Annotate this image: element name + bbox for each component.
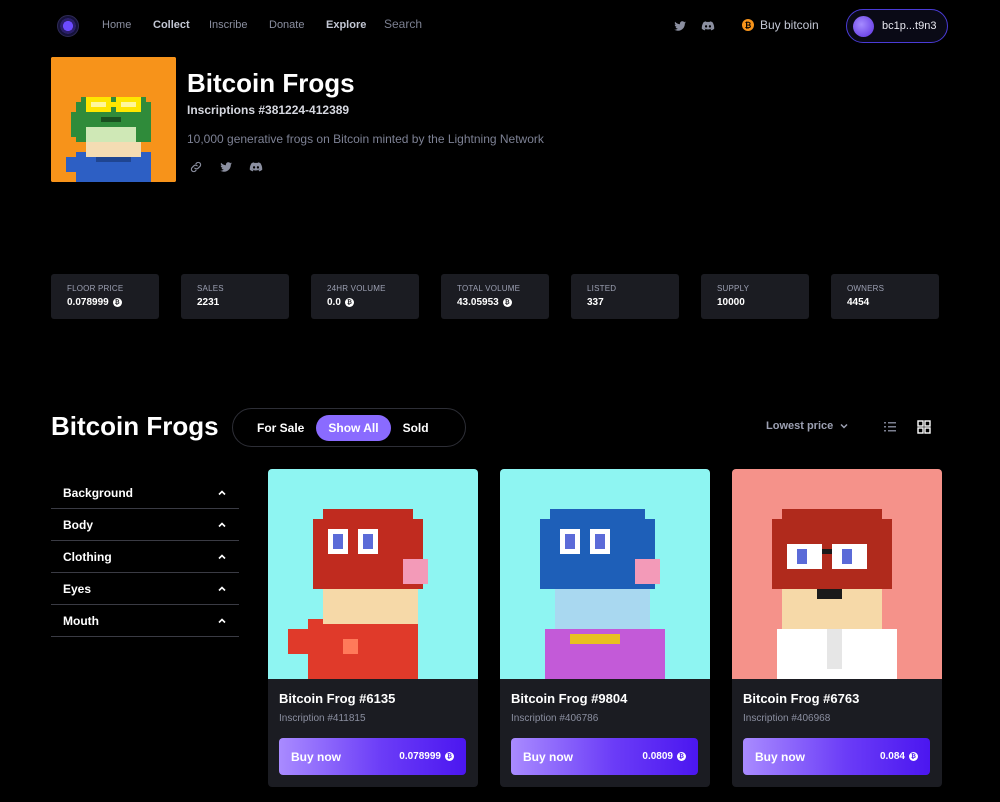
wallet-avatar <box>853 15 874 37</box>
nft-image <box>268 469 478 679</box>
stat-label: TOTAL VOLUME <box>457 284 521 293</box>
buy-now-button[interactable]: Buy now 0.084 ₿ <box>743 738 930 775</box>
sort-label: Lowest price <box>766 420 834 432</box>
bitcoin-icon: ₿ <box>112 298 122 307</box>
twitter-icon[interactable] <box>673 19 687 33</box>
nft-price: 0.078999 <box>399 751 441 762</box>
collection-title: Bitcoin Frogs <box>187 68 355 98</box>
stat-value: 10000 <box>717 297 745 308</box>
nft-inscription: Inscription #406968 <box>743 713 831 724</box>
collection-links <box>189 160 263 174</box>
stat-label: SALES <box>197 284 224 293</box>
bitcoin-icon: ₿ <box>445 752 454 761</box>
filter-background[interactable]: Background <box>51 477 239 509</box>
chevron-down-icon <box>840 423 848 429</box>
trait-filters: Background Body Clothing Eyes Mouth <box>51 477 239 637</box>
nft-inscription: Inscription #406786 <box>511 713 599 724</box>
list-view-icon[interactable] <box>883 420 897 434</box>
buy-bitcoin-button[interactable]: ₿ Buy bitcoin <box>742 18 819 32</box>
chevron-up-icon <box>218 521 226 527</box>
top-nav: Home Collect Inscribe Donate Explore Sea… <box>0 0 1000 52</box>
nav-home[interactable]: Home <box>102 19 131 31</box>
bitcoin-icon: ₿ <box>742 19 754 31</box>
chevron-up-icon <box>218 489 226 495</box>
nft-name: Bitcoin Frog #6135 <box>279 691 396 706</box>
stats-row: FLOOR PRICE 0.078999 ₿ SALES 2231 24HR VO… <box>51 274 939 319</box>
filter-label: Mouth <box>63 613 99 628</box>
toggle-show-all[interactable]: Show All <box>316 414 391 441</box>
discord-icon[interactable] <box>249 160 263 174</box>
buy-now-label: Buy now <box>755 749 805 764</box>
nft-price: 0.084 <box>879 751 905 762</box>
bitcoin-icon: ₿ <box>502 298 512 307</box>
nft-image <box>732 469 942 679</box>
stat-listed: LISTED 337 <box>571 274 679 319</box>
nft-inscription: Inscription #411815 <box>279 713 366 724</box>
stat-value: 337 <box>587 297 604 308</box>
buy-now-button[interactable]: Buy now 0.0809 ₿ <box>511 738 698 775</box>
stat-supply: SUPPLY 10000 <box>701 274 809 319</box>
filter-label: Clothing <box>63 549 112 564</box>
bitcoin-icon: ₿ <box>677 752 686 761</box>
buy-now-label: Buy now <box>523 749 573 764</box>
stat-floor-price: FLOOR PRICE 0.078999 ₿ <box>51 274 159 319</box>
collection-description: 10,000 generative frogs on Bitcoin minte… <box>187 132 544 146</box>
filter-label: Body <box>63 517 93 532</box>
stat-label: SUPPLY <box>717 284 750 293</box>
twitter-icon[interactable] <box>219 160 233 174</box>
nft-name: Bitcoin Frog #9804 <box>511 691 628 706</box>
nft-price: 0.0809 <box>642 751 673 762</box>
nav-explore[interactable]: Explore <box>326 19 366 31</box>
filter-body[interactable]: Body <box>51 509 239 541</box>
wallet-address: bc1p...t9n3 <box>882 20 937 32</box>
nav-collect[interactable]: Collect <box>153 19 190 31</box>
link-icon[interactable] <box>189 160 203 174</box>
buy-now-label: Buy now <box>291 749 341 764</box>
nft-card[interactable]: Bitcoin Frog #6135 Inscription #411815 B… <box>268 469 478 787</box>
stat-label: OWNERS <box>847 284 885 293</box>
stat-value: 4454 <box>847 297 870 308</box>
filter-eyes[interactable]: Eyes <box>51 573 239 605</box>
listing-filter-toggle: For Sale Show All Sold <box>232 408 466 447</box>
stat-24hr-volume: 24HR VOLUME 0.0 ₿ <box>311 274 419 319</box>
discord-icon[interactable] <box>701 19 715 33</box>
stat-value: 43.05953 <box>457 297 499 308</box>
nft-image <box>500 469 710 679</box>
nft-card[interactable]: Bitcoin Frog #6763 Inscription #406968 B… <box>732 469 942 787</box>
stat-value: 0.078999 <box>67 297 109 308</box>
nft-name: Bitcoin Frog #6763 <box>743 691 860 706</box>
chevron-up-icon <box>218 585 226 591</box>
buy-bitcoin-label: Buy bitcoin <box>760 18 819 32</box>
filter-label: Background <box>63 485 134 500</box>
stat-value: 0.0 <box>327 297 341 308</box>
section-title: Bitcoin Frogs <box>51 411 219 441</box>
stat-value: 2231 <box>197 297 220 308</box>
filter-label: Eyes <box>63 581 92 596</box>
buy-now-button[interactable]: Buy now 0.078999 ₿ <box>279 738 466 775</box>
nav-inscribe[interactable]: Inscribe <box>209 19 248 31</box>
stat-total-volume: TOTAL VOLUME 43.05953 ₿ <box>441 274 549 319</box>
toggle-for-sale[interactable]: For Sale <box>245 415 316 441</box>
nav-donate[interactable]: Donate <box>269 19 304 31</box>
search-input[interactable]: Search <box>384 17 504 31</box>
filter-mouth[interactable]: Mouth <box>51 605 239 637</box>
stat-label: FLOOR PRICE <box>67 284 124 293</box>
bitcoin-icon: ₿ <box>909 752 918 761</box>
toggle-sold[interactable]: Sold <box>391 415 441 441</box>
chevron-up-icon <box>218 553 226 559</box>
stat-label: LISTED <box>587 284 617 293</box>
wallet-button[interactable]: bc1p...t9n3 <box>846 9 948 43</box>
nft-card[interactable]: Bitcoin Frog #9804 Inscription #406786 B… <box>500 469 710 787</box>
sort-dropdown[interactable]: Lowest price <box>766 420 849 432</box>
site-logo[interactable] <box>57 15 79 37</box>
collection-inscriptions: Inscriptions #381224-412389 <box>187 103 350 117</box>
chevron-up-icon <box>218 617 226 623</box>
stat-sales: SALES 2231 <box>181 274 289 319</box>
filter-clothing[interactable]: Clothing <box>51 541 239 573</box>
stat-label: 24HR VOLUME <box>327 284 386 293</box>
stat-owners: OWNERS 4454 <box>831 274 939 319</box>
grid-view-icon[interactable] <box>917 420 931 434</box>
bitcoin-icon: ₿ <box>344 298 354 307</box>
collection-avatar <box>51 57 176 182</box>
